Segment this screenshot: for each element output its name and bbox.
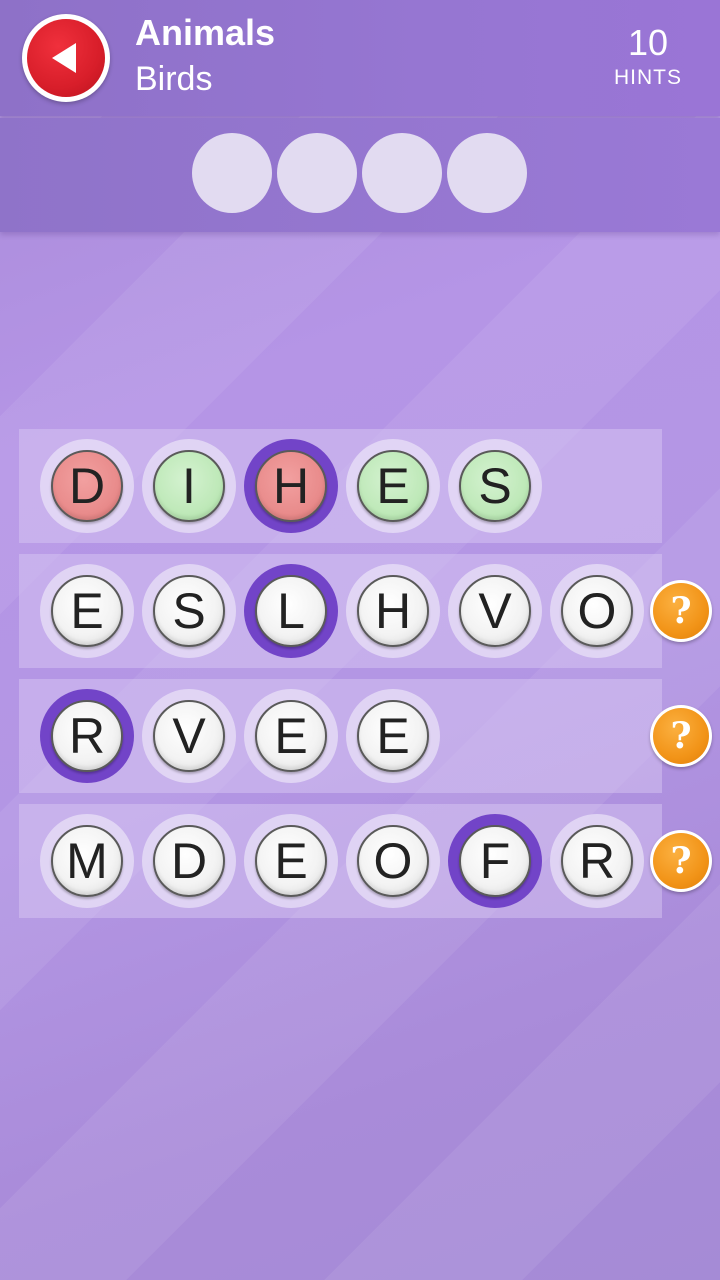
letter-tile-face: O xyxy=(561,575,633,647)
letter-tile-face: V xyxy=(459,575,531,647)
letter-tile-face: R xyxy=(561,825,633,897)
hints-label: HINTS xyxy=(614,66,682,89)
category-title: Animals xyxy=(135,12,276,53)
letter-tile-face: I xyxy=(153,450,225,522)
letter-tile[interactable]: E xyxy=(40,564,134,658)
hint-button[interactable]: ? xyxy=(650,580,712,642)
answer-slot[interactable] xyxy=(192,133,272,213)
letter-row: DIHES xyxy=(19,429,662,543)
question-mark-icon: ? xyxy=(653,833,709,889)
letter-tile[interactable]: E xyxy=(346,689,440,783)
letter-tile-face: R xyxy=(51,700,123,772)
question-mark-icon: ? xyxy=(653,583,709,639)
letter-tile-face: D xyxy=(51,450,123,522)
letter-tile[interactable]: F xyxy=(448,814,542,908)
letter-tile[interactable]: R xyxy=(550,814,644,908)
letter-tile-face: L xyxy=(255,575,327,647)
hint-button[interactable]: ? xyxy=(650,830,712,892)
letter-tile-face: E xyxy=(51,575,123,647)
letter-tile-face: F xyxy=(459,825,531,897)
letter-tile[interactable]: O xyxy=(550,564,644,658)
letter-tile-face: E xyxy=(255,825,327,897)
letter-tile-face: H xyxy=(357,575,429,647)
letter-tile[interactable]: E xyxy=(244,689,338,783)
letter-tile[interactable]: D xyxy=(142,814,236,908)
letter-tile[interactable]: M xyxy=(40,814,134,908)
letter-tile-face: V xyxy=(153,700,225,772)
letter-tile[interactable]: E xyxy=(244,814,338,908)
letter-tile-face: E xyxy=(255,700,327,772)
letter-tile-face: E xyxy=(357,700,429,772)
letter-tile[interactable]: V xyxy=(448,564,542,658)
letter-tile[interactable]: S xyxy=(448,439,542,533)
letter-tile[interactable]: H xyxy=(346,564,440,658)
letter-tile-face: M xyxy=(51,825,123,897)
answer-bar xyxy=(0,118,720,232)
letter-tile[interactable]: I xyxy=(142,439,236,533)
letter-row: ESLHVO xyxy=(19,554,662,668)
answer-slot[interactable] xyxy=(362,133,442,213)
question-mark-icon: ? xyxy=(653,708,709,764)
letter-tile[interactable]: L xyxy=(244,564,338,658)
letter-tile[interactable]: E xyxy=(346,439,440,533)
letter-tile-face: D xyxy=(153,825,225,897)
answer-slot[interactable] xyxy=(447,133,527,213)
letter-tile[interactable]: S xyxy=(142,564,236,658)
letter-tile[interactable]: R xyxy=(40,689,134,783)
letter-row: MDEOFR xyxy=(19,804,662,918)
letter-tile-face: E xyxy=(357,450,429,522)
letter-tile-face: S xyxy=(459,450,531,522)
letter-row: RVEE xyxy=(19,679,662,793)
letter-tile[interactable]: O xyxy=(346,814,440,908)
back-arrow-icon xyxy=(27,19,105,97)
subcategory-title: Birds xyxy=(135,60,213,98)
hints-count: 10 xyxy=(627,22,669,63)
letter-tile[interactable]: V xyxy=(142,689,236,783)
letter-tile[interactable]: D xyxy=(40,439,134,533)
letter-tile-face: S xyxy=(153,575,225,647)
top-bar: Animals Birds 10 HINTS xyxy=(0,0,720,116)
hints-counter: 10 HINTS xyxy=(608,24,688,90)
back-button[interactable] xyxy=(22,14,110,102)
letter-tile-face: O xyxy=(357,825,429,897)
letter-tile-face: H xyxy=(255,450,327,522)
hint-button[interactable]: ? xyxy=(650,705,712,767)
answer-slot[interactable] xyxy=(277,133,357,213)
letter-tile[interactable]: H xyxy=(244,439,338,533)
